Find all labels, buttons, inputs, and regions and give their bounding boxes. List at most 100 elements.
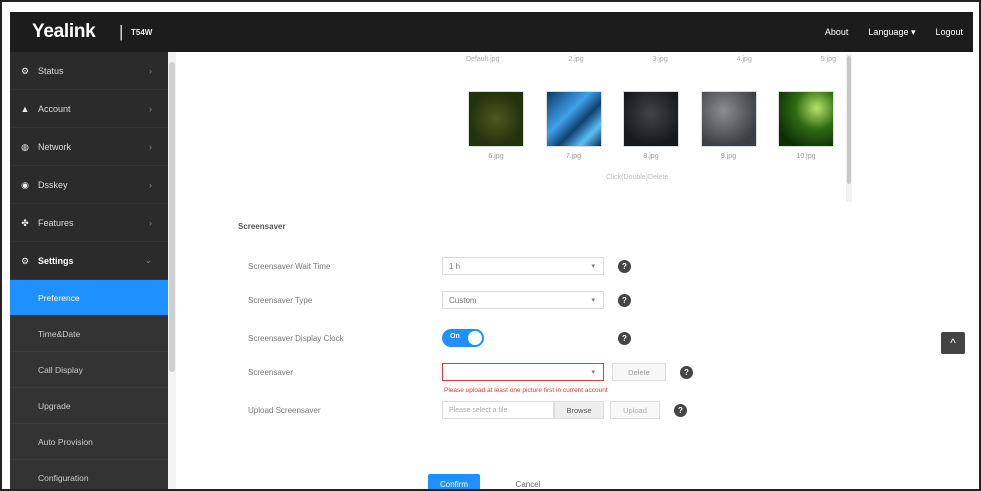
gallery-top-captions: Default.jpg 2.jpg 3.jpg 4.jpg 5.jpg — [466, 56, 836, 63]
scroll-to-top-button[interactable]: ^ — [941, 332, 965, 354]
wallpaper-gallery: 6.jpg 7.jpg 8.jpg 9.jpg 10.jpg — [466, 91, 836, 160]
screensaver-label: Screensaver — [248, 367, 293, 377]
caret-down-icon: ▾ — [591, 369, 595, 376]
row-clock: Screensaver Display Clock On ? — [248, 328, 631, 348]
sidebar-item-label: Network — [38, 141, 72, 152]
caret-down-icon: ▾ — [591, 263, 595, 270]
wallpaper-caption: 4.jpg — [736, 56, 752, 63]
sidebar-item-label: Settings — [38, 255, 74, 266]
sidebar-subitem-time-date[interactable]: Time&Date — [10, 316, 168, 352]
sidebar-item-network[interactable]: ◍ Network › — [10, 128, 168, 166]
sidebar-item-label: Dsskey — [38, 179, 68, 190]
wallpaper-image[interactable] — [778, 91, 834, 147]
wallpaper-caption: 8.jpg — [643, 153, 659, 160]
gallery-scrollbar[interactable] — [846, 54, 852, 202]
help-icon[interactable]: ? — [618, 293, 631, 307]
top-nav: About Language ▾ Logout — [825, 27, 963, 38]
wallpaper-image[interactable] — [700, 91, 757, 147]
chevron-right-icon: › — [149, 141, 152, 152]
confirm-button[interactable]: Confirm — [428, 474, 480, 489]
wait-time-select[interactable]: 1 h ▾ — [442, 257, 604, 275]
sidebar-item-status[interactable]: ⚙ Status › — [10, 52, 168, 90]
row-upload: Upload Screensaver Please select a file … — [248, 400, 687, 420]
upload-file-input[interactable]: Please select a file — [442, 401, 554, 419]
delete-button[interactable]: Delete — [612, 363, 666, 381]
sidebar-subitem-upgrade[interactable]: Upgrade — [10, 388, 168, 424]
wallpaper-image[interactable] — [623, 91, 679, 147]
status-icon: ⚙ — [20, 65, 30, 76]
screensaver-select[interactable]: ▾ — [442, 363, 604, 381]
wallpaper-caption: Default.jpg — [466, 56, 500, 63]
about-link[interactable]: About — [825, 27, 849, 38]
caret-down-icon: ▾ — [591, 297, 595, 304]
help-icon[interactable]: ? — [618, 331, 631, 345]
sidebar-item-settings[interactable]: ⚙ Settings ⌄ — [10, 242, 168, 280]
cancel-button[interactable]: Cancel — [502, 474, 554, 489]
language-dropdown[interactable]: Language ▾ — [868, 27, 915, 38]
wallpaper-caption: 2.jpg — [568, 56, 584, 63]
clock-label: Screensaver Display Clock — [248, 333, 344, 343]
app-frame: Yealink | T54W About Language ▾ Logout ⚙… — [0, 0, 981, 491]
select-value: 1 h — [449, 261, 461, 271]
toggle-knob — [468, 331, 482, 345]
yealink-logo: Yealink — [32, 21, 96, 42]
sidebar-item-label: Features — [38, 217, 74, 228]
user-icon: ▲ — [20, 103, 30, 114]
wallpaper-thumb-6[interactable]: 6.jpg — [466, 91, 526, 160]
type-label: Screensaver Type — [248, 295, 313, 305]
wallpaper-thumb-10[interactable]: 10.jpg — [776, 91, 836, 160]
row-wait-time: Screensaver Wait Time 1 h ▾ ? — [248, 256, 631, 276]
settings-icon: ⚙ — [20, 255, 30, 266]
scrollbar-thumb[interactable] — [169, 62, 175, 372]
sidebar-item-dsskey[interactable]: ◉ Dsskey › — [10, 166, 168, 204]
chevron-right-icon: › — [149, 179, 152, 190]
select-value: Custom — [449, 295, 477, 305]
model-label: T54W — [131, 28, 153, 37]
clock-toggle[interactable]: On — [442, 329, 484, 347]
wallpaper-caption: 10.jpg — [796, 153, 816, 160]
globe-icon: ◍ — [21, 141, 29, 152]
sidebar-scrollbar[interactable] — [168, 52, 176, 489]
row-screensaver: Screensaver ▾ Delete ? — [248, 362, 693, 382]
main-content: Default.jpg 2.jpg 3.jpg 4.jpg 5.jpg 6.jp… — [176, 52, 973, 489]
wallpaper-caption: 9.jpg — [720, 153, 737, 160]
features-icon: ✤ — [21, 217, 29, 228]
sidebar-item-label: Status — [38, 65, 64, 76]
wallpaper-image[interactable] — [545, 91, 602, 147]
help-icon[interactable]: ? — [618, 259, 631, 273]
wallpaper-thumb-9[interactable]: 9.jpg — [699, 91, 759, 160]
upload-label: Upload Screensaver — [248, 405, 321, 415]
sidebar-item-features[interactable]: ✤ Features › — [10, 204, 168, 242]
wallpaper-caption: 6.jpg — [488, 153, 504, 160]
wallpaper-caption: 3.jpg — [652, 56, 668, 63]
sidebar-item-label: Account — [38, 103, 71, 114]
scrollbar-thumb[interactable] — [847, 56, 851, 184]
type-select[interactable]: Custom ▾ — [442, 291, 604, 309]
upload-button[interactable]: Upload — [610, 401, 660, 419]
chevron-right-icon: › — [149, 65, 152, 76]
screensaver-error-message: Please upload at least one picture first… — [444, 387, 608, 394]
toggle-text: On — [450, 333, 460, 340]
help-icon[interactable]: ? — [674, 403, 687, 417]
help-icon[interactable]: ? — [680, 365, 693, 379]
chevron-down-icon: ⌄ — [144, 255, 152, 265]
logout-link[interactable]: Logout — [935, 27, 963, 38]
dsskey-icon: ◉ — [21, 179, 29, 190]
wallpaper-image[interactable] — [468, 91, 524, 147]
wallpaper-caption: 7.jpg — [565, 153, 582, 160]
sidebar: ⚙ Status › ▲ Account › ◍ Network › ◉ Dss… — [10, 52, 168, 489]
top-bar: Yealink | T54W About Language ▾ Logout — [10, 12, 973, 52]
wallpaper-thumb-8[interactable]: 8.jpg — [621, 91, 681, 160]
chevron-right-icon: › — [149, 103, 152, 114]
logo-separator: | — [119, 22, 124, 41]
sidebar-subitem-configuration[interactable]: Configuration — [10, 460, 168, 489]
browse-button[interactable]: Browse — [554, 401, 604, 419]
sidebar-subitem-preference[interactable]: Preference — [10, 280, 168, 316]
wallpaper-thumb-7[interactable]: 7.jpg — [544, 91, 604, 160]
wait-time-label: Screensaver Wait Time — [248, 261, 331, 271]
sidebar-subitem-auto-provision[interactable]: Auto Provision — [10, 424, 168, 460]
gallery-hint: Click(Double)Delete — [606, 174, 669, 181]
sidebar-subitem-call-display[interactable]: Call Display — [10, 352, 168, 388]
wallpaper-caption: 5.jpg — [820, 56, 836, 63]
sidebar-item-account[interactable]: ▲ Account › — [10, 90, 168, 128]
